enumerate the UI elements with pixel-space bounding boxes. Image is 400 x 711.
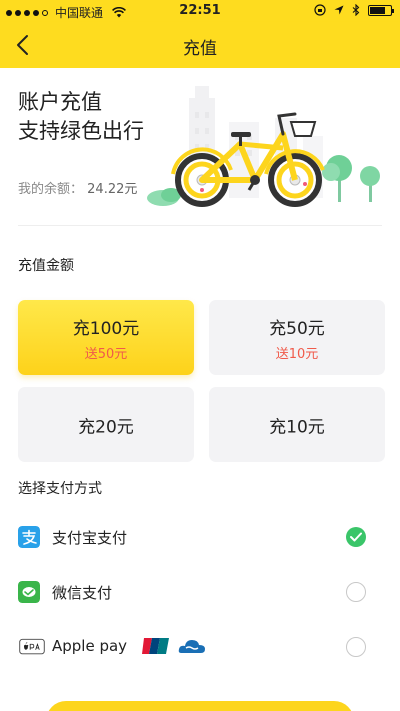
chevron-left-icon (17, 35, 28, 55)
status-bar: 中国联通 22:51 (0, 0, 400, 22)
hero-banner: 账户充值 支持绿色出行 我的余额： 24.22元 (0, 68, 400, 226)
payment-label: 微信支付 (52, 584, 113, 602)
radio-selected[interactable] (346, 527, 366, 547)
quickpass-icon (178, 640, 205, 653)
bike-illustration (147, 86, 380, 207)
payment-label: 支付宝支付 (52, 529, 128, 547)
amount-value: 充50元 (269, 318, 325, 339)
battery-icon (368, 4, 394, 16)
location-icon (334, 5, 344, 15)
amount-value: 充10元 (269, 417, 325, 437)
divider (18, 225, 382, 226)
page-title: 充值 (183, 39, 217, 59)
nav-bar: 充值 (0, 22, 400, 68)
balance-label: 我的余额： (18, 182, 84, 197)
amount-option-10[interactable]: 充10元 (209, 387, 385, 462)
balance-display: 我的余额： 24.22元 (18, 178, 137, 197)
amount-option-20[interactable]: 充20元 (18, 387, 194, 462)
radio-unselected[interactable] (346, 637, 366, 657)
back-button[interactable] (12, 32, 36, 58)
amount-option-content: 充100元 送50元 (18, 314, 194, 362)
hero-line-2: 支持绿色出行 (18, 119, 144, 143)
amount-option-50[interactable]: 充50元 送10元 (209, 300, 385, 375)
amount-value: 充100元 (72, 318, 140, 339)
alipay-icon (18, 526, 40, 548)
status-indicators (314, 4, 394, 16)
apple-pay-icon (19, 638, 45, 655)
payment-option-wechat[interactable]: 微信支付 (0, 565, 400, 621)
unionpay-icon (142, 638, 169, 654)
amount-value: 充20元 (78, 417, 134, 437)
payment-section-label: 选择支付方式 (18, 481, 102, 497)
bluetooth-icon (352, 4, 360, 16)
payment-label: Apple pay (52, 637, 128, 655)
amount-option-content: 充20元 (18, 412, 194, 437)
wechat-pay-icon (18, 581, 40, 603)
amount-option-100[interactable]: 充100元 送50元 (18, 300, 194, 375)
confirm-button[interactable] (46, 701, 354, 711)
payment-option-apple-pay[interactable]: Apple pay (0, 620, 400, 676)
hero-line-1: 账户充值 (18, 90, 102, 114)
amount-bonus: 送10元 (275, 346, 319, 362)
amount-bonus: 送50元 (84, 346, 128, 362)
payment-option-alipay[interactable]: 支付宝支付 (0, 510, 400, 566)
balance-value: 24.22元 (87, 182, 138, 197)
checkmark-icon (350, 532, 362, 542)
radio-unselected[interactable] (346, 582, 366, 602)
amount-option-content: 充10元 (209, 412, 385, 437)
amount-option-content: 充50元 送10元 (209, 314, 385, 362)
amount-section-label: 充值金额 (18, 258, 74, 274)
hero-heading: 账户充值 支持绿色出行 (18, 88, 144, 146)
rotation-lock-icon (314, 4, 326, 16)
